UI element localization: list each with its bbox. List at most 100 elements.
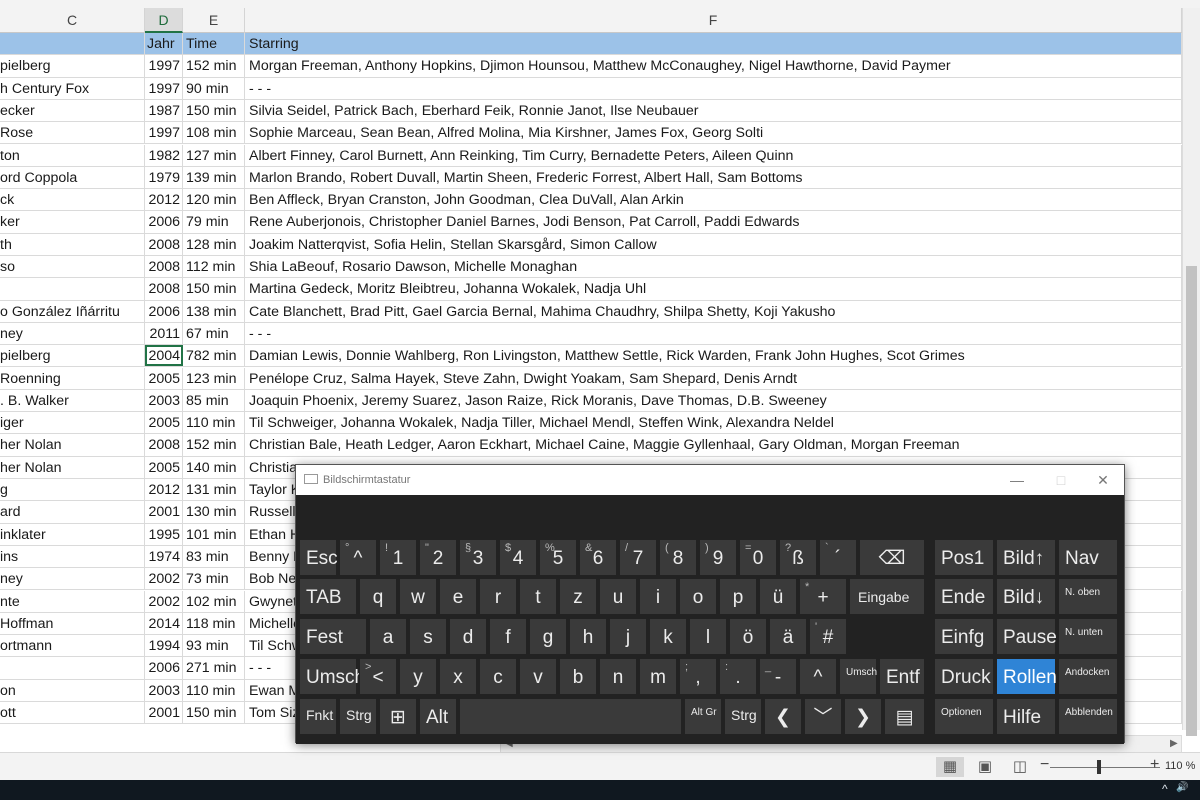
- scroll-right-icon[interactable]: ▶: [1170, 738, 1178, 749]
- cell-starring[interactable]: Albert Finney, Carol Burnett, Ann Reinki…: [245, 144, 1182, 166]
- cell-year[interactable]: 2008: [145, 278, 183, 300]
- cell-time[interactable]: 128 min: [183, 233, 245, 255]
- minimize-button[interactable]: —: [1002, 467, 1032, 493]
- cell-year[interactable]: 2006: [145, 300, 183, 322]
- cell-director[interactable]: ney: [0, 568, 145, 590]
- key-umsch[interactable]: Umsch: [299, 658, 365, 695]
- cell-starring[interactable]: Damian Lewis, Donnie Wahlberg, Ron Livin…: [245, 345, 1182, 367]
- header-cell-time[interactable]: Time: [183, 33, 245, 55]
- key-c[interactable]: c: [479, 658, 517, 695]
- cell-director[interactable]: ott: [0, 702, 145, 724]
- zoom-in-button[interactable]: +: [1150, 756, 1159, 774]
- key-x[interactable]: x: [439, 658, 477, 695]
- key-strg2[interactable]: Strg: [724, 698, 762, 735]
- key-comma[interactable]: ;,: [679, 658, 717, 695]
- header-cell-c[interactable]: [0, 33, 145, 55]
- cell-year[interactable]: 2003: [145, 389, 183, 412]
- cell-starring[interactable]: Ben Affleck, Bryan Cranston, John Goodma…: [245, 189, 1182, 211]
- cell-director[interactable]: nte: [0, 590, 145, 612]
- cell-year[interactable]: 2006: [145, 657, 183, 679]
- cell-year[interactable]: 2002: [145, 568, 183, 590]
- cell-time[interactable]: 108 min: [183, 122, 245, 144]
- cell-starring[interactable]: Silvia Seidel, Patrick Bach, Eberhard Fe…: [245, 99, 1182, 122]
- cell-year[interactable]: 2012: [145, 189, 183, 211]
- key-r[interactable]: r: [479, 578, 517, 615]
- cell-starring[interactable]: Shia LaBeouf, Rosario Dawson, Michelle M…: [245, 256, 1182, 278]
- cell-director[interactable]: on: [0, 679, 145, 701]
- cell-year[interactable]: 1987: [145, 99, 183, 122]
- cell-year[interactable]: 2001: [145, 702, 183, 724]
- zoom-slider-thumb[interactable]: [1097, 760, 1101, 774]
- cell-time[interactable]: 127 min: [183, 144, 245, 166]
- key-b[interactable]: b: [559, 658, 597, 695]
- zoom-out-button[interactable]: −: [1040, 756, 1049, 774]
- cell-year[interactable]: 1997: [145, 122, 183, 144]
- key-q[interactable]: q: [359, 578, 397, 615]
- key-einfg[interactable]: Einfg: [934, 618, 994, 655]
- cell-time[interactable]: 271 min: [183, 657, 245, 679]
- arrow-left-key[interactable]: ❮: [764, 698, 802, 735]
- cell-starring[interactable]: Joaquin Phoenix, Jeremy Suarez, Jason Ra…: [245, 389, 1182, 412]
- key-k12[interactable]: ? ß: [779, 539, 817, 576]
- key-bilddown[interactable]: Bild↓: [996, 578, 1056, 615]
- column-header-f[interactable]: F: [245, 8, 1182, 33]
- cell-year[interactable]: 1982: [145, 144, 183, 166]
- cell-year[interactable]: 2002: [145, 590, 183, 612]
- cell-director[interactable]: ins: [0, 545, 145, 568]
- cell-starring[interactable]: Rene Auberjonois, Christopher Daniel Bar…: [245, 211, 1182, 233]
- cell-director[interactable]: th: [0, 233, 145, 255]
- key-ue[interactable]: ü: [759, 578, 797, 615]
- cell-starring[interactable]: Til Schweiger, Johanna Wokalek, Nadja Ti…: [245, 412, 1182, 434]
- cell-director[interactable]: ck: [0, 189, 145, 211]
- cell-starring[interactable]: Marlon Brando, Robert Duvall, Martin She…: [245, 166, 1182, 189]
- key-hash[interactable]: ' #: [809, 618, 847, 655]
- key-k9[interactable]: (8: [659, 539, 697, 576]
- cell-director[interactable]: so: [0, 256, 145, 278]
- cell-director[interactable]: ard: [0, 501, 145, 523]
- cell-time[interactable]: 102 min: [183, 590, 245, 612]
- key-hilfe[interactable]: Hilfe: [996, 698, 1056, 735]
- cell-year[interactable]: 2006: [145, 211, 183, 233]
- key-k1[interactable]: ° ^: [339, 539, 377, 576]
- key-k5[interactable]: $4: [499, 539, 537, 576]
- maximize-button[interactable]: □: [1046, 467, 1076, 493]
- cell-year[interactable]: 2004: [145, 345, 183, 367]
- cell-year[interactable]: 2008: [145, 434, 183, 456]
- cell-director[interactable]: her Nolan: [0, 434, 145, 456]
- key-l[interactable]: l: [689, 618, 727, 655]
- key-y[interactable]: y: [399, 658, 437, 695]
- cell-time[interactable]: 152 min: [183, 55, 245, 77]
- cell-time[interactable]: 152 min: [183, 434, 245, 456]
- key-s[interactable]: s: [409, 618, 447, 655]
- header-cell-year[interactable]: Jahr: [145, 33, 183, 55]
- key-n[interactable]: n: [599, 658, 637, 695]
- key-f[interactable]: f: [489, 618, 527, 655]
- key-ae[interactable]: ä: [769, 618, 807, 655]
- cell-director[interactable]: her Nolan: [0, 456, 145, 478]
- cell-director[interactable]: ton: [0, 144, 145, 166]
- cell-time[interactable]: 118 min: [183, 612, 245, 635]
- cell-time[interactable]: 83 min: [183, 545, 245, 568]
- osk-title-bar[interactable]: Bildschirmtastatur — □ ✕: [296, 465, 1124, 495]
- key-bildup[interactable]: Bild↑: [996, 539, 1056, 576]
- normal-view-icon[interactable]: ▦: [936, 757, 964, 777]
- page-layout-view-icon[interactable]: ▣: [971, 757, 999, 777]
- key-k8[interactable]: /7: [619, 539, 657, 576]
- key-fest[interactable]: Fest: [299, 618, 367, 655]
- cell-year[interactable]: 2011: [145, 322, 183, 345]
- key-entf[interactable]: Entf: [879, 658, 925, 695]
- key-z[interactable]: z: [559, 578, 597, 615]
- key-k6[interactable]: % 5: [539, 539, 577, 576]
- key-oe[interactable]: ö: [729, 618, 767, 655]
- key-druck[interactable]: Druck: [934, 658, 994, 695]
- cell-time[interactable]: 139 min: [183, 166, 245, 189]
- key-pos1[interactable]: Pos1: [934, 539, 994, 576]
- key-o[interactable]: o: [679, 578, 717, 615]
- cell-time[interactable]: 120 min: [183, 189, 245, 211]
- arrow-up-key[interactable]: ^: [799, 658, 837, 695]
- key-j[interactable]: j: [609, 618, 647, 655]
- cell-starring[interactable]: - - -: [245, 77, 1182, 99]
- key-period[interactable]: :.: [719, 658, 757, 695]
- page-break-view-icon[interactable]: ◫: [1006, 757, 1034, 777]
- zoom-level[interactable]: 110 %: [1165, 760, 1195, 772]
